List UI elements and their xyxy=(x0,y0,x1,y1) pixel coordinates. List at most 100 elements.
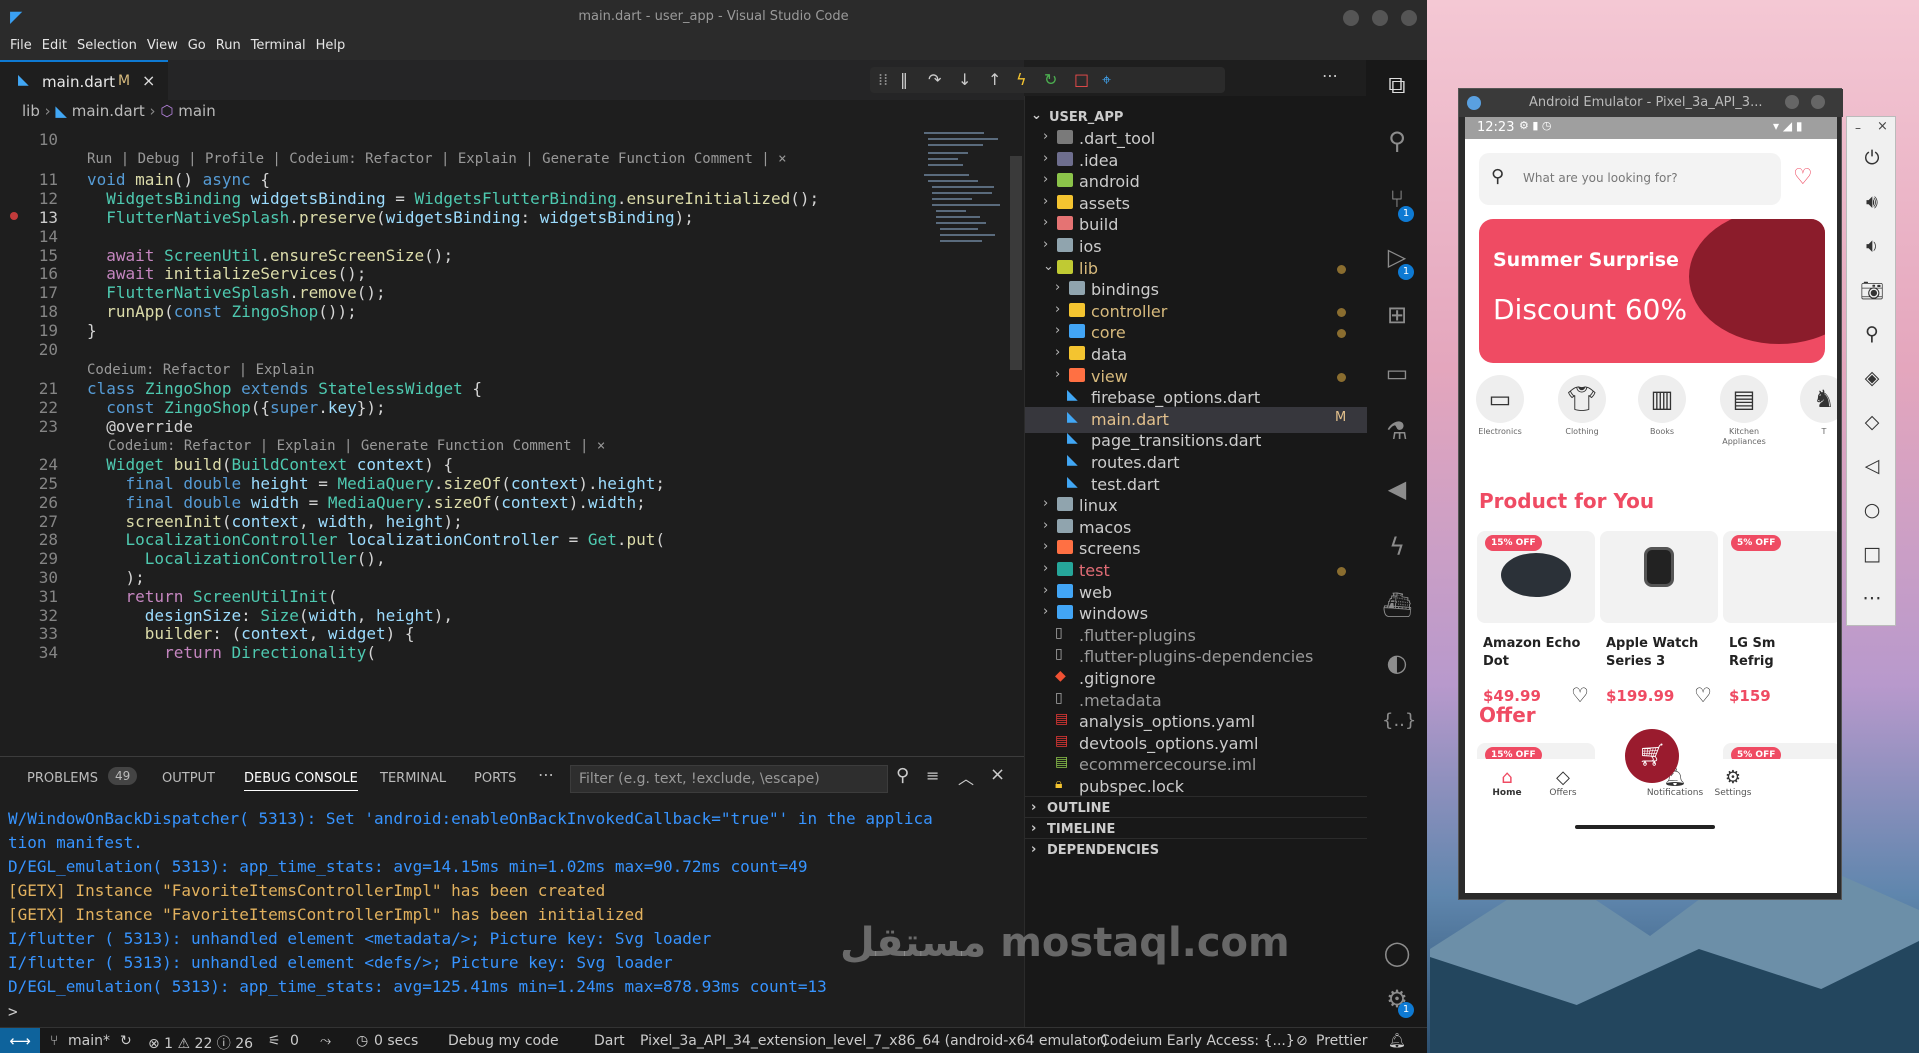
power-icon[interactable]: ⏻ xyxy=(1847,147,1897,169)
notifications-bell-icon[interactable]: 🔔︎ xyxy=(1388,1033,1406,1049)
minimize-button[interactable] xyxy=(1343,10,1359,26)
remote-explorer-icon[interactable]: ▭ xyxy=(1382,358,1412,388)
code-editor[interactable]: 10 Run | Debug | Profile | Codeium: Refa… xyxy=(0,126,1010,756)
step-into-icon[interactable]: ↓ xyxy=(958,70,971,89)
nav-offers[interactable]: ◇ Offers xyxy=(1533,767,1593,798)
rotate-left-icon[interactable]: ◈ xyxy=(1847,367,1897,389)
hot-reload-icon[interactable]: ϟ xyxy=(1016,70,1027,89)
branch-name[interactable]: main* xyxy=(68,1033,110,1049)
pause-icon[interactable]: ‖ xyxy=(900,70,908,89)
device-selector[interactable]: Pixel_3a_API_34_extension_level_7_x86_64… xyxy=(640,1033,1108,1049)
minimap[interactable] xyxy=(922,126,1007,286)
heart-icon[interactable]: ♡ xyxy=(1571,683,1589,707)
codeium-icon[interactable]: ◐ xyxy=(1382,648,1412,678)
codeium-status[interactable]: Codeium Early Access: {...} xyxy=(1100,1033,1295,1049)
prettier-status[interactable]: Prettier xyxy=(1316,1033,1368,1049)
code-lens[interactable]: Codeium: Refactor | Explain | Generate F… xyxy=(108,438,605,454)
category-partial[interactable]: ♞ T xyxy=(1793,375,1837,437)
ports-count[interactable]: 0 xyxy=(290,1033,299,1049)
live-share-icon[interactable]: ⤳ xyxy=(320,1033,331,1049)
tab-output[interactable]: OUTPUT xyxy=(162,771,215,786)
nav-home[interactable]: ⌂ Home xyxy=(1477,767,1537,798)
close-panel-icon[interactable]: × xyxy=(990,764,1005,785)
inspect-icon[interactable]: ⌖ xyxy=(1102,70,1111,90)
menu-terminal[interactable]: Terminal xyxy=(251,34,306,53)
close-button[interactable] xyxy=(1401,10,1417,26)
more-icon[interactable]: ⋯ xyxy=(538,765,554,784)
breadcrumb-file[interactable]: main.dart xyxy=(72,102,145,120)
back-icon[interactable]: ◁ xyxy=(1847,455,1897,477)
language-mode[interactable]: Dart xyxy=(594,1033,625,1049)
lightning-icon[interactable]: ϟ xyxy=(1382,532,1412,562)
menu-help[interactable]: Help xyxy=(316,34,346,53)
nav-settings[interactable]: ⚙ Settings xyxy=(1703,767,1763,798)
toolbar-minimize-icon[interactable]: – xyxy=(1855,121,1861,135)
more-actions-icon[interactable]: ⋯ xyxy=(1322,66,1338,85)
home-icon[interactable]: ○ xyxy=(1847,499,1897,521)
category-books[interactable]: ▥ Books xyxy=(1631,375,1693,437)
breadcrumb-symbol[interactable]: main xyxy=(178,102,215,120)
promo-banner[interactable]: Summer Surprise Discount 60% xyxy=(1479,219,1825,363)
favorites-heart-icon[interactable]: ♡ xyxy=(1793,165,1813,190)
extensions-icon[interactable]: ⊞ xyxy=(1382,300,1412,330)
sync-icon[interactable]: ↻ xyxy=(120,1033,132,1049)
volume-up-icon[interactable]: 🔊︎ xyxy=(1847,191,1897,213)
editor-scrollbar[interactable] xyxy=(1010,156,1022,370)
toolbar-close-icon[interactable]: × xyxy=(1877,119,1888,134)
menu-selection[interactable]: Selection xyxy=(77,34,137,53)
menu-run[interactable]: Run xyxy=(216,34,241,53)
breadcrumb-folder[interactable]: lib xyxy=(22,102,40,120)
console-prompt[interactable]: > xyxy=(8,1002,18,1021)
stop-icon[interactable]: □ xyxy=(1074,70,1089,89)
emulator-minimize-button[interactable] xyxy=(1785,95,1799,109)
testing-icon[interactable]: ⚗ xyxy=(1382,416,1412,446)
step-over-icon[interactable]: ↷ xyxy=(928,70,941,89)
restart-icon[interactable]: ↻ xyxy=(1044,70,1057,89)
category-clothing[interactable]: 👕︎ Clothing xyxy=(1551,375,1613,437)
section-dependencies[interactable]: › DEPENDENCIES xyxy=(1025,838,1367,862)
tab-main-dart[interactable]: ◣ main.dart M × xyxy=(0,60,168,100)
menu-edit[interactable]: Edit xyxy=(42,34,67,53)
zoom-icon[interactable]: ⚲ xyxy=(1847,323,1897,345)
category-electronics[interactable]: ▭ Electronics xyxy=(1469,375,1531,437)
clear-console-icon[interactable]: ≡ xyxy=(926,766,939,785)
breakpoint-icon[interactable] xyxy=(10,212,18,220)
product-card[interactable]: 15% OFF Amazon Echo Dot $49.99 ♡ xyxy=(1471,531,1595,711)
overview-icon[interactable]: □ xyxy=(1847,543,1897,565)
category-kitchen-appliances[interactable]: ▤ Kitchen Appliances xyxy=(1713,375,1775,447)
tab-debug-console[interactable]: DEBUG CONSOLE xyxy=(244,771,358,791)
docker-icon[interactable]: ⛴ xyxy=(1382,590,1412,620)
menu-go[interactable]: Go xyxy=(188,34,206,53)
chevron-up-icon[interactable]: ︿ xyxy=(958,765,974,789)
cart-button[interactable]: 🛒︎ xyxy=(1625,729,1679,783)
code-lens[interactable]: Codeium: Refactor | Explain xyxy=(87,362,315,378)
tab-problems[interactable]: PROBLEMS xyxy=(27,771,98,786)
console-filter-input[interactable]: Filter (e.g. text, !exclude, \escape) xyxy=(570,765,888,793)
tab-close-icon[interactable]: × xyxy=(142,71,155,90)
step-out-icon[interactable]: ↑ xyxy=(988,70,1001,89)
product-card[interactable]: Apple Watch Series 3 $199.99 ♡ xyxy=(1594,531,1718,711)
drag-handle-icon[interactable]: ⁞⁞ xyxy=(878,70,888,89)
code-lens[interactable]: Run | Debug | Profile | Codeium: Refacto… xyxy=(87,151,787,167)
flutter-icon[interactable]: ◀ xyxy=(1382,474,1412,504)
menu-file[interactable]: File xyxy=(10,34,32,53)
rotate-right-icon[interactable]: ◇ xyxy=(1847,411,1897,433)
volume-down-icon[interactable]: 🔉︎ xyxy=(1847,235,1897,257)
tab-ports[interactable]: PORTS xyxy=(474,771,516,786)
menu-view[interactable]: View xyxy=(147,34,178,53)
emulator-close-button[interactable] xyxy=(1811,95,1825,109)
search-icon[interactable]: ⚲ xyxy=(1382,126,1412,156)
timer-status[interactable]: 0 secs xyxy=(374,1033,418,1049)
more-icon[interactable]: ⋯ xyxy=(1847,587,1897,609)
heart-icon[interactable]: ♡ xyxy=(1694,683,1712,707)
remote-indicator-icon[interactable]: ⟷ xyxy=(0,1028,40,1053)
search-icon[interactable]: ⚲ xyxy=(896,765,909,786)
problems-status[interactable]: ⊗ 1 ⚠ 22 ⓘ 26 xyxy=(148,1033,253,1053)
product-card[interactable]: 5% OFF LG Sm Refrig $159 xyxy=(1717,531,1837,711)
tab-terminal[interactable]: TERMINAL xyxy=(380,771,446,786)
explorer-icon[interactable]: ⧉ xyxy=(1382,70,1412,100)
debug-status[interactable]: Debug my code xyxy=(448,1033,559,1049)
home-gesture-bar[interactable] xyxy=(1575,825,1715,829)
account-icon[interactable]: ◯ xyxy=(1382,938,1412,968)
json-icon[interactable]: {..} xyxy=(1382,706,1416,736)
